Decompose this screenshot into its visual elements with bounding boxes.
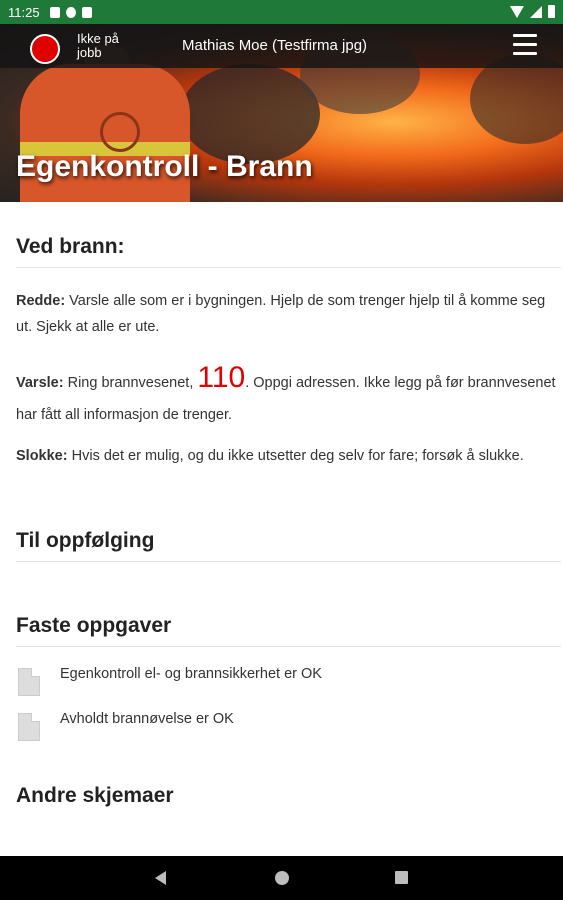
redde-label: Redde: [16,293,66,309]
task-label: Avholdt brannøvelse er OK [60,711,234,727]
document-icon [18,713,40,741]
varsle-text-before: Ring brannvesenet, [63,375,198,391]
section-heading-tasks: Faste oppgaver [16,614,561,647]
app-header: Ikke på jobb Mathias Moe (Testfirma jpg) [0,24,563,68]
firefighter-badge [100,112,140,152]
task-item[interactable]: Egenkontroll el- og brannsikkerhet er OK [16,664,561,709]
wifi-icon [510,5,524,18]
section-heading-followup: Til oppfølging [16,529,561,562]
home-icon[interactable] [275,871,289,885]
slokke-paragraph: Slokke: Hvis det er mulig, og du ikke ut… [16,443,561,469]
app-notification-icon [65,6,76,18]
task-label: Egenkontroll el- og brannsikkerhet er OK [60,666,322,682]
section-heading-fire: Ved brann: [16,235,561,268]
slokke-text: Hvis det er mulig, og du ikke utsetter d… [67,448,524,464]
redde-text: Varsle alle som er i bygningen. Hjelp de… [16,293,546,335]
status-time: 11:25 [8,4,40,20]
task-list: Egenkontroll el- og brannsikkerhet er OK… [16,664,561,754]
hamburger-menu-icon[interactable] [513,34,537,58]
hero-banner: Ikke på jobb Mathias Moe (Testfirma jpg)… [0,24,563,202]
user-company-title: Mathias Moe (Testfirma jpg) [182,37,368,54]
main-content: Ved brann: Redde: Varsle alle som er i b… [16,202,561,816]
system-indicators [510,5,555,18]
task-item[interactable]: Avholdt brannøvelse er OK [16,709,561,754]
signal-icon [530,5,542,18]
back-icon[interactable] [155,871,166,885]
document-icon [18,668,40,696]
battery-icon [548,5,555,18]
work-status-label: Ikke på jobb [77,31,119,60]
notification-icons [49,6,92,18]
section-heading-other-forms: Andre skjemaer [16,784,174,807]
varsle-label: Varsle: [16,375,64,391]
work-status-button[interactable] [30,34,60,64]
emergency-number-link[interactable]: 110 [197,361,245,394]
sd-card-icon [49,6,60,18]
system-status-bar: 11:25 [0,0,563,24]
varsle-paragraph: Varsle: Ring brannvesenet, 110. Oppgi ad… [16,362,561,431]
sync-icon [81,6,92,18]
smoke-shape [180,64,320,164]
slokke-label: Slokke: [16,448,68,464]
system-navigation-bar [0,856,563,900]
recent-apps-icon[interactable] [395,871,408,884]
redde-paragraph: Redde: Varsle alle som er i bygningen. H… [16,288,561,340]
page-title: Egenkontroll - Brann [16,150,313,183]
